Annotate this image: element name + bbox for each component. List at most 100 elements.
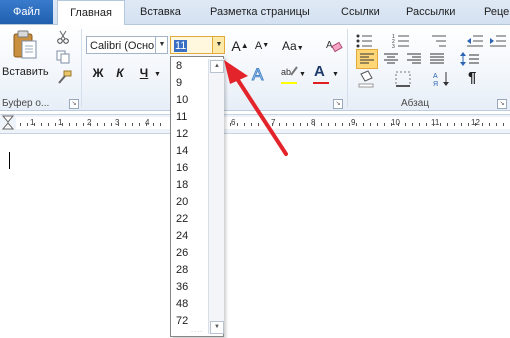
text-cursor [9,152,10,169]
font-size-combo[interactable]: 11 ▼ [170,36,225,54]
ruler-tick [314,123,315,126]
font-size-option[interactable]: 24 [176,230,188,242]
increase-indent-icon[interactable] [489,32,507,50]
sort-icon[interactable]: AЯ [433,70,453,88]
ruler-tick [34,123,35,126]
ruler-tick [300,123,301,126]
font-name-value: Calibri (Осно [90,40,155,52]
tab-review[interactable]: Реце [484,0,509,24]
paste-button[interactable]: Вставить [2,66,49,78]
format-painter-icon[interactable] [56,70,72,84]
grow-font-button[interactable]: A▲ [230,36,250,56]
ruler-tick [419,123,420,126]
multilevel-list-icon[interactable] [430,32,450,50]
ruler-tick [153,123,154,126]
font-size-option[interactable]: 20 [176,196,188,208]
copy-icon[interactable] [56,50,70,64]
svg-text:A: A [326,40,333,51]
font-size-dropdown-icon[interactable]: ▼ [212,37,224,53]
ruler-tick [384,123,385,126]
align-center-icon[interactable] [381,50,401,68]
cut-icon[interactable] [56,30,70,44]
ruler-tick [335,123,336,126]
decrease-indent-icon[interactable] [466,32,484,50]
ruler-tick [328,123,329,126]
font-size-option[interactable]: 8 [176,60,182,72]
font-name-combo[interactable]: Calibri (Осно ▼ [86,36,168,54]
align-left-button[interactable] [356,49,378,69]
svg-text:A: A [433,73,438,80]
ruler-tick [496,123,497,126]
tab-links[interactable]: Ссылки [341,0,380,24]
font-size-option[interactable]: 22 [176,213,188,225]
clipboard-group-label: Буфер о... [2,98,50,109]
ruler-tick [132,123,133,126]
underline-button[interactable]: Ч [134,63,154,83]
paragraph-launcher-icon[interactable]: ↘ [497,99,507,109]
ruler-tick [48,123,49,126]
clear-formatting-icon[interactable]: A [325,36,343,54]
justify-icon[interactable] [427,50,447,68]
ribbon-tab-bar: Файл Главная Вставка Разметка страницы С… [0,0,510,26]
font-size-option[interactable]: 16 [176,162,188,174]
indent-marker-icon[interactable] [1,115,15,131]
font-size-option[interactable]: 28 [176,264,188,276]
ruler-tick [475,123,476,126]
tab-file[interactable]: Файл [0,0,53,24]
scroll-down-icon[interactable]: ▼ [210,321,224,334]
font-size-option[interactable]: 26 [176,247,188,259]
font-size-option[interactable]: 9 [176,77,182,89]
font-size-option[interactable]: 48 [176,298,188,310]
paste-icon[interactable] [12,30,38,60]
ruler-tick [363,123,364,126]
tab-home[interactable]: Главная [57,0,125,26]
resize-grip-icon[interactable]: ···· [191,329,203,335]
ruler-tick [426,123,427,126]
chevron-down-icon[interactable]: ▼ [332,71,339,78]
font-size-value[interactable]: 11 [174,40,188,52]
tab-insert[interactable]: Вставка [140,0,181,24]
chevron-down-icon: ▼ [296,45,304,52]
ruler-tick [321,123,322,126]
change-case-button[interactable]: Aa▼ [282,36,304,56]
ruler-tick [454,123,455,126]
italic-button[interactable]: К [110,63,130,83]
shrink-font-button[interactable]: A▼ [252,36,272,56]
ruler-tick [370,123,371,126]
font-name-dropdown-icon[interactable]: ▼ [155,37,167,53]
tab-mailings[interactable]: Рассылки [406,0,455,24]
ruler-tick [440,123,441,126]
line-spacing-icon[interactable] [459,50,481,68]
font-size-option[interactable]: 12 [176,128,188,140]
ruler-tick [41,123,42,126]
font-launcher-icon[interactable]: ↘ [333,99,343,109]
grow-font-icon: ▲ [240,41,249,50]
bullets-icon[interactable] [355,32,375,50]
chevron-down-icon[interactable]: ▼ [154,71,161,78]
font-size-option[interactable]: 14 [176,145,188,157]
numbering-icon[interactable]: 123 [392,32,412,50]
clipboard-launcher-icon[interactable]: ↘ [69,99,79,109]
ruler-tick [356,123,357,126]
font-color-bar [313,82,329,84]
shrink-font-icon: ▼ [262,42,270,49]
shading-icon[interactable] [357,70,377,88]
font-color-icon[interactable]: A [314,63,332,81]
bold-button[interactable]: Ж [88,63,108,83]
pilcrow-button[interactable]: ¶ [468,69,476,86]
borders-icon[interactable] [394,70,414,88]
font-size-option[interactable]: 10 [176,94,188,106]
ruler-tick [461,123,462,126]
tab-page-layout[interactable]: Разметка страницы [210,0,310,24]
align-right-icon[interactable] [404,50,424,68]
font-size-option[interactable]: 18 [176,179,188,191]
chevron-down-icon[interactable]: ▼ [299,71,306,78]
font-size-option[interactable]: 72 [176,315,188,327]
ruler-tick [405,123,406,126]
font-size-option[interactable]: 36 [176,281,188,293]
font-size-option[interactable]: 11 [176,111,187,123]
ruler-tick [391,123,392,126]
group-divider [81,29,82,107]
ruler-tick [349,123,350,126]
font-size-dropdown-list[interactable]: 8 9 10 11 12 14 16 18 20 22 24 26 28 36 48 72 ▲ ▼ ···· [170,56,224,337]
